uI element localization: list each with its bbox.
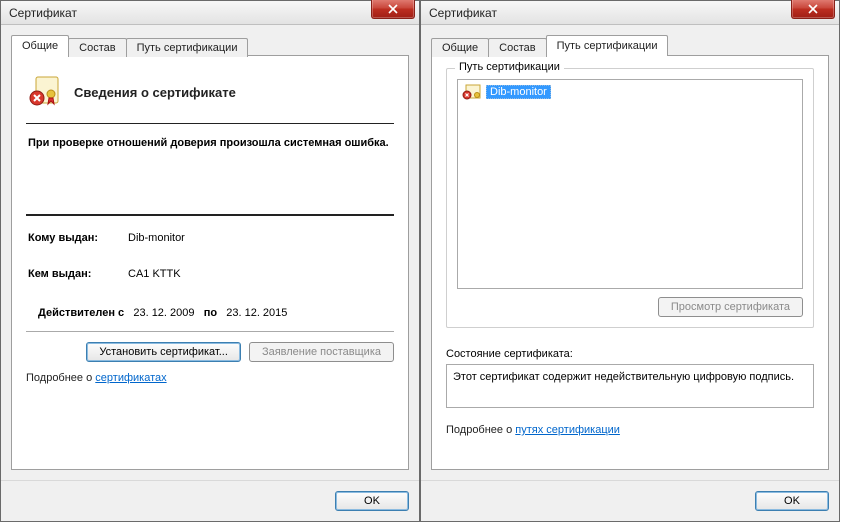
issued-by-label: Кем выдан: — [28, 266, 128, 284]
valid-to-label: по — [204, 307, 217, 319]
ok-button[interactable]: OK — [335, 491, 409, 511]
tab-general-page: Сведения о сертификате При проверке отно… — [11, 55, 409, 470]
tab-cert-path[interactable]: Путь сертификации — [126, 38, 249, 57]
tab-general[interactable]: Общие — [431, 38, 489, 57]
issued-to-label: Кому выдан: — [28, 230, 128, 248]
tabstrip: Общие Состав Путь сертификации — [11, 35, 409, 56]
tab-details[interactable]: Состав — [488, 38, 546, 57]
tab-details[interactable]: Состав — [68, 38, 126, 57]
window-title: Сертификат — [429, 6, 497, 20]
tree-item-label: Dib-monitor — [486, 85, 551, 99]
issued-to-value: Dib-monitor — [128, 230, 392, 248]
tab-path-page: Путь сертификации Dib-monitor — [431, 55, 829, 470]
cert-path-tree[interactable]: Dib-monitor — [457, 79, 803, 289]
tree-item[interactable]: Dib-monitor — [462, 84, 798, 100]
cert-dialog-general: Сертификат Общие Состав Путь сертификаци… — [0, 0, 420, 522]
trust-error-message: При проверке отношений доверия произошла… — [26, 124, 394, 214]
titlebar[interactable]: Сертификат — [421, 1, 839, 25]
certificate-error-icon — [28, 74, 62, 111]
tab-general[interactable]: Общие — [11, 35, 69, 56]
tab-cert-path[interactable]: Путь сертификации — [546, 35, 669, 56]
cert-status-label: Состояние сертификата: — [446, 348, 814, 360]
tabstrip: Общие Состав Путь сертификации — [431, 35, 829, 56]
valid-to-value: 23. 12. 2015 — [226, 307, 287, 319]
learn-cert-paths-link[interactable]: путях сертификации — [515, 424, 620, 436]
window-title: Сертификат — [9, 6, 77, 20]
close-button[interactable] — [791, 0, 835, 19]
install-certificate-button[interactable]: Установить сертификат... — [86, 342, 241, 362]
issued-by-value: CA1 KTTK — [128, 266, 392, 284]
close-button[interactable] — [371, 0, 415, 19]
titlebar[interactable]: Сертификат — [1, 1, 419, 25]
cert-path-group-title: Путь сертификации — [455, 61, 564, 73]
cert-info-heading: Сведения о сертификате — [74, 85, 236, 100]
cert-status-text: Этот сертификат содержит недействительну… — [446, 364, 814, 408]
valid-from-label: Действителен с — [38, 307, 124, 319]
learn-certificates-link[interactable]: сертификатах — [95, 372, 166, 384]
certificate-error-icon — [462, 84, 482, 100]
cert-path-group: Путь сертификации Dib-monitor — [446, 68, 814, 328]
ok-button[interactable]: OK — [755, 491, 829, 511]
close-icon — [808, 4, 818, 14]
valid-from-value: 23. 12. 2009 — [133, 307, 194, 319]
view-certificate-button: Просмотр сертификата — [658, 297, 803, 317]
close-icon — [388, 4, 398, 14]
learn-more-row: Подробнее о сертификатах — [26, 362, 394, 384]
issuer-statement-button: Заявление поставщика — [249, 342, 394, 362]
learn-more-row: Подробнее о путях сертификации — [446, 408, 814, 436]
cert-dialog-path: Сертификат Общие Состав Путь сертификаци… — [420, 0, 840, 522]
